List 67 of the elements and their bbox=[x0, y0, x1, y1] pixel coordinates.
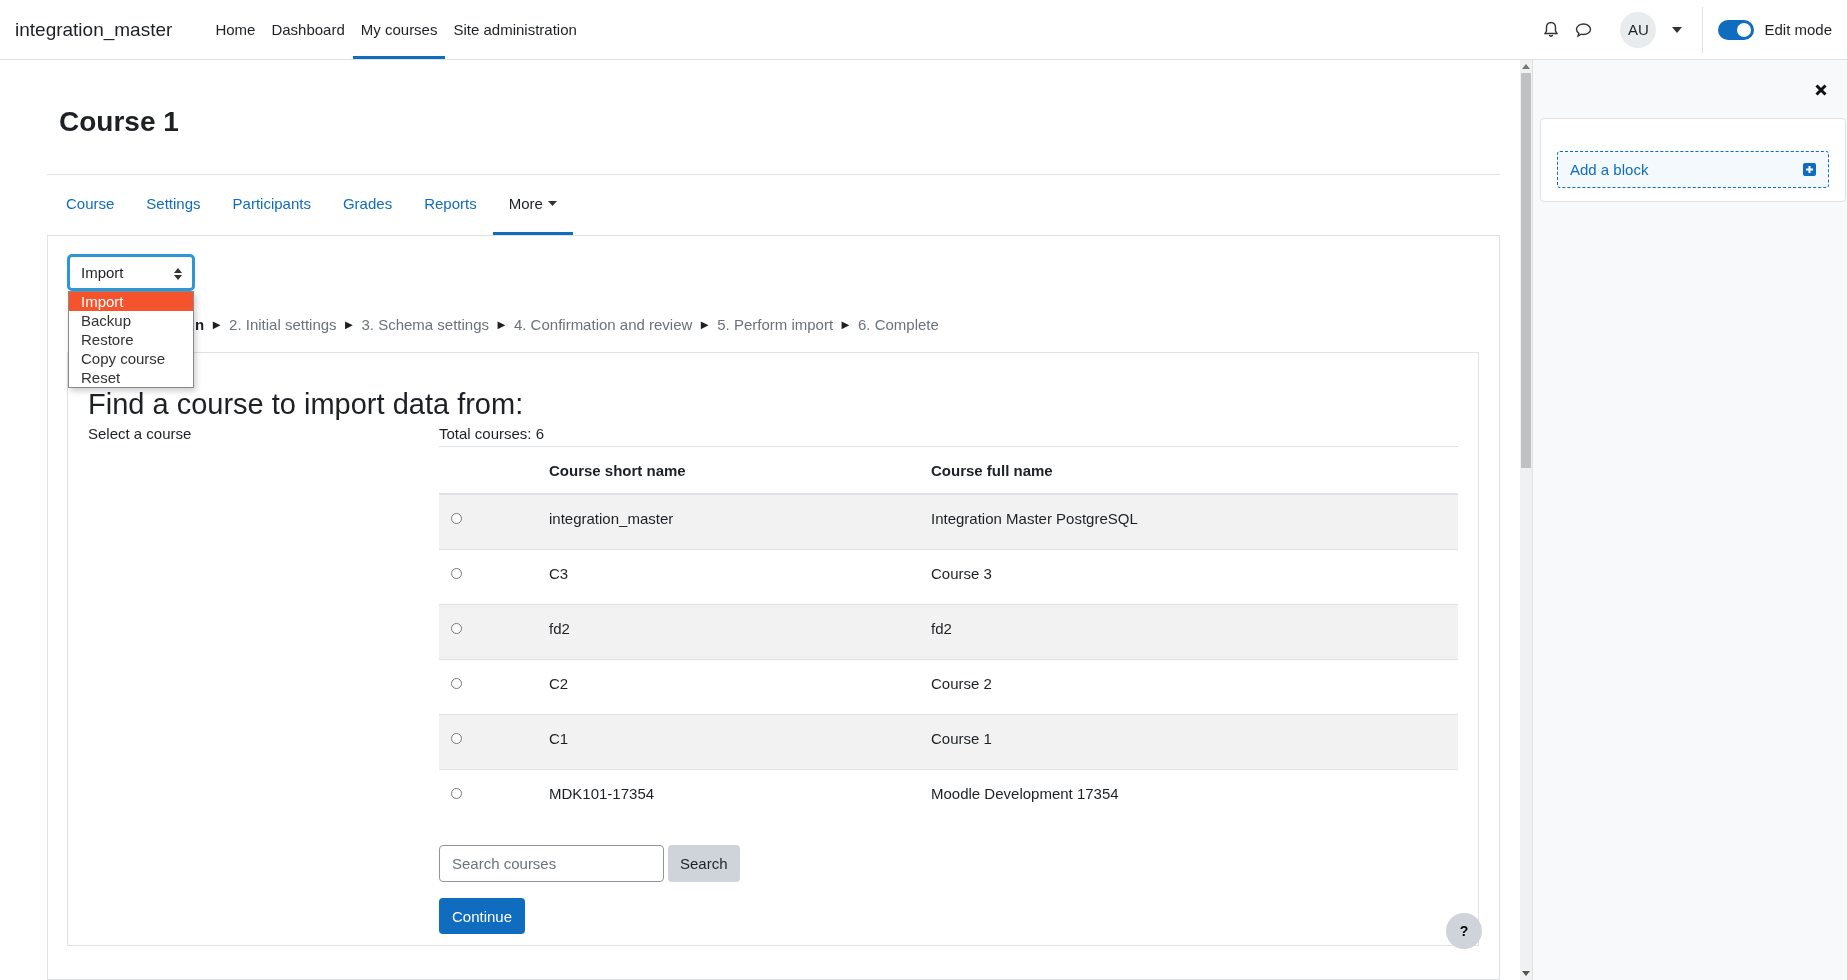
nav-link[interactable]: Site administration bbox=[445, 0, 585, 59]
close-icon[interactable] bbox=[1815, 84, 1827, 96]
course-tab[interactable]: Grades bbox=[326, 175, 409, 235]
step-separator: ► bbox=[839, 316, 852, 334]
table-cell: integration_master bbox=[549, 510, 674, 527]
course-tab[interactable]: Reports bbox=[408, 175, 493, 235]
caret-icon[interactable] bbox=[1672, 26, 1683, 33]
scroll-down-icon[interactable] bbox=[1522, 971, 1530, 976]
chat-icon[interactable] bbox=[1575, 21, 1593, 38]
add-block-button[interactable]: Add a block bbox=[1557, 151, 1829, 188]
scroll-up-icon[interactable] bbox=[1522, 64, 1530, 69]
site-name[interactable]: integration_master bbox=[15, 18, 173, 41]
table-cell: Course 2 bbox=[931, 674, 992, 692]
dropdown-option[interactable]: Reset bbox=[69, 368, 193, 387]
caret-icon bbox=[547, 201, 557, 206]
nav-link[interactable]: Home bbox=[207, 0, 264, 59]
scrollbar-thumb[interactable] bbox=[1521, 73, 1531, 468]
field-label: Select a course bbox=[88, 425, 193, 444]
bell-icon[interactable] bbox=[1543, 21, 1560, 38]
table-cell: fd2 bbox=[549, 619, 570, 637]
step-label: 5. Perform import bbox=[717, 316, 834, 334]
table-cell: Integration Master PostgreSQL bbox=[931, 510, 1138, 527]
radio-button[interactable] bbox=[451, 622, 462, 634]
step-separator: ► bbox=[495, 316, 508, 334]
step-separator: ► bbox=[698, 316, 712, 334]
step-separator: ► bbox=[342, 316, 356, 334]
step-label: n bbox=[195, 316, 205, 334]
plus-icon bbox=[1803, 163, 1816, 176]
table-cell: Course 3 bbox=[931, 564, 992, 582]
radio-button[interactable] bbox=[451, 513, 462, 524]
continue-button[interactable]: Continue bbox=[439, 898, 526, 934]
step-label: 3. Schema settings bbox=[361, 316, 490, 334]
nav-link[interactable]: My courses bbox=[352, 0, 446, 59]
table-cell: Moodle Development 17354 bbox=[931, 784, 1119, 802]
page-title: Course 1 bbox=[59, 106, 180, 139]
radio-button[interactable] bbox=[451, 787, 462, 799]
section-heading: Find a course to import data from: bbox=[88, 389, 525, 419]
step-label: 2. Initial settings bbox=[229, 316, 337, 334]
table-cell: MDK101-17354 bbox=[549, 784, 655, 802]
radio-button[interactable] bbox=[451, 677, 462, 689]
dropdown-option[interactable]: Restore bbox=[69, 330, 193, 349]
radio-button[interactable] bbox=[451, 567, 462, 579]
dropdown-option[interactable]: Copy course bbox=[69, 349, 193, 368]
user-avatar[interactable]: AU bbox=[1620, 11, 1657, 48]
step-label: 6. Complete bbox=[858, 316, 939, 334]
dropdown-option[interactable]: Backup bbox=[69, 311, 193, 330]
sort-arrows-icon bbox=[174, 268, 182, 280]
edit-mode-switch[interactable] bbox=[1718, 19, 1755, 40]
table-cell: C3 bbox=[549, 564, 569, 582]
search-field[interactable]: Search courses bbox=[439, 845, 664, 882]
search-button[interactable]: Search bbox=[668, 845, 740, 882]
course-tab[interactable]: Participants bbox=[216, 175, 327, 235]
step-separator: ► bbox=[210, 316, 224, 334]
help-button[interactable]: ? bbox=[1446, 913, 1482, 949]
course-tab[interactable]: Settings bbox=[130, 175, 217, 235]
radio-button[interactable] bbox=[451, 732, 462, 744]
table-cell: Course 1 bbox=[931, 729, 992, 747]
step-label: 4. Confirmation and review bbox=[513, 316, 693, 334]
course-tab[interactable]: Course bbox=[50, 175, 131, 235]
nav-link[interactable]: Dashboard bbox=[263, 0, 353, 59]
total-count: Total courses: 6 bbox=[439, 425, 546, 442]
table-cell: C2 bbox=[549, 674, 569, 692]
table-cell: C1 bbox=[549, 729, 569, 747]
edit-mode-label: Edit mode bbox=[1764, 21, 1832, 38]
course-tab[interactable]: More bbox=[492, 175, 573, 235]
action-select[interactable]: Import bbox=[67, 254, 195, 291]
table-cell: fd2 bbox=[931, 619, 952, 637]
